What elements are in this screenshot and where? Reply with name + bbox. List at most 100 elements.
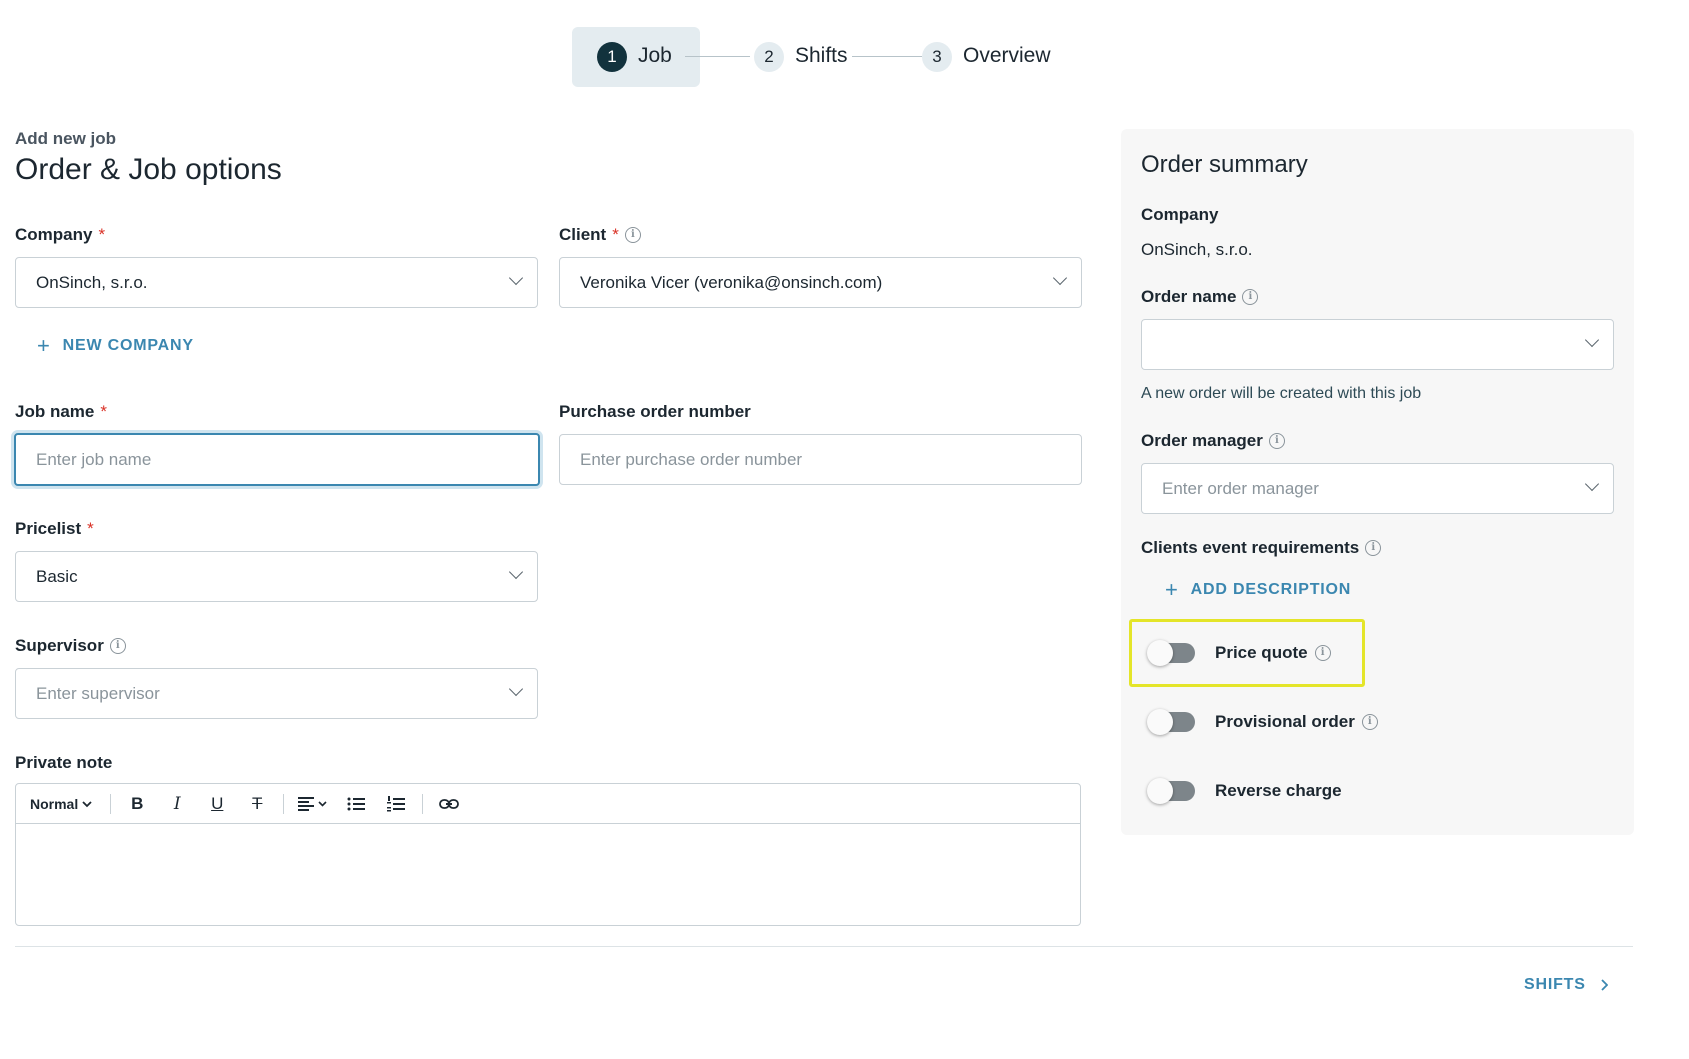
private-note-editor[interactable]: Normal B I U T (15, 783, 1081, 926)
purchase-order-label: Purchase order number (559, 402, 751, 422)
bullet-list-icon[interactable] (336, 789, 376, 819)
info-icon[interactable]: i (109, 638, 126, 654)
step-connector (852, 56, 922, 57)
summary-company-value: OnSinch, s.r.o. (1141, 240, 1253, 259)
align-left-icon (298, 796, 327, 811)
required-marker: * (100, 402, 107, 421)
job-name-label: Job name * (15, 402, 107, 422)
purchase-order-input[interactable]: Enter purchase order number (559, 434, 1082, 485)
switch-knob (1147, 778, 1173, 804)
format-select[interactable]: Normal (30, 789, 104, 819)
order-manager-label: Order manager i (1141, 431, 1285, 451)
chevron-down-icon (508, 564, 524, 580)
company-label: Company * (15, 225, 105, 245)
link-glyph (439, 798, 460, 809)
provisional-order-label: Provisional order (1215, 712, 1355, 731)
client-label-text: Client (559, 225, 607, 244)
new-company-label: NEW COMPANY (62, 337, 194, 354)
reverse-charge-toggle-row[interactable]: Reverse charge (1147, 778, 1342, 804)
switch-knob (1147, 640, 1173, 666)
pricelist-select-value: Basic (36, 566, 78, 586)
toolbar-separator (110, 793, 112, 814)
ordered-list-glyph (387, 795, 406, 811)
chevron-down-icon (1584, 476, 1600, 492)
info-icon[interactable]: i (1242, 289, 1259, 305)
info-icon[interactable]: i (1268, 433, 1285, 449)
private-note-label: Private note (15, 753, 112, 773)
add-description-button[interactable]: + ADD DESCRIPTION (1165, 579, 1351, 601)
editor-toolbar: Normal B I U T (16, 784, 1080, 824)
page-subtitle: Add new job (15, 129, 117, 148)
info-icon[interactable]: i (1314, 645, 1331, 661)
pricelist-select[interactable]: Basic (15, 551, 538, 602)
price-quote-switch[interactable] (1147, 640, 1195, 666)
company-select-value: OnSinch, s.r.o. (36, 272, 148, 292)
provisional-order-toggle-row[interactable]: Provisional order i (1147, 709, 1378, 735)
required-marker: * (612, 225, 619, 244)
order-manager-label-text: Order manager (1141, 431, 1263, 450)
pricelist-label: Pricelist * (15, 519, 94, 539)
step-shifts-label[interactable]: Shifts (795, 43, 848, 69)
info-icon[interactable]: i (1361, 714, 1378, 730)
company-label-text: Company (15, 225, 93, 244)
supervisor-label: Supervisor i (15, 636, 126, 656)
align-icon[interactable] (290, 789, 336, 819)
purchase-order-label-text: Purchase order number (559, 402, 751, 421)
step-job-label: Job (638, 44, 672, 67)
chevron-down-icon (508, 270, 524, 286)
underline-icon[interactable]: U (197, 789, 237, 819)
strikethrough-icon[interactable]: T (237, 789, 277, 819)
italic-icon[interactable]: I (157, 789, 197, 819)
requirements-label-text: Clients event requirements (1141, 538, 1360, 557)
chevron-down-icon (508, 681, 524, 697)
toolbar-separator (283, 793, 285, 814)
reverse-charge-label: Reverse charge (1215, 781, 1342, 800)
order-name-label: Order name i (1141, 287, 1259, 307)
job-name-placeholder: Enter job name (36, 449, 152, 469)
supervisor-select[interactable]: Enter supervisor (15, 668, 538, 719)
next-shifts-label: SHIFTS (1524, 976, 1586, 993)
add-description-label: ADD DESCRIPTION (1190, 581, 1352, 598)
step-job-number: 1 (597, 42, 627, 72)
step-shifts-number[interactable]: 2 (754, 42, 784, 72)
step-overview-label[interactable]: Overview (963, 43, 1051, 69)
summary-company-label: Company (1141, 205, 1218, 225)
plus-icon: + (37, 333, 51, 358)
order-name-hint: A new order will be created with this jo… (1141, 385, 1422, 402)
toolbar-separator (422, 793, 424, 814)
order-name-select[interactable] (1141, 319, 1614, 370)
bold-icon[interactable]: B (117, 789, 157, 819)
info-icon[interactable]: i (624, 227, 641, 243)
next-shifts-button[interactable]: SHIFTS (1524, 976, 1608, 994)
step-job[interactable] (572, 27, 700, 87)
client-select[interactable]: Veronika Vicer (veronika@onsinch.com) (559, 257, 1082, 308)
ordered-list-icon[interactable] (376, 789, 416, 819)
order-summary-title: Order summary (1141, 151, 1308, 178)
format-select-value: Normal (30, 795, 79, 812)
required-marker: * (98, 225, 106, 244)
summary-company-label-text: Company (1141, 205, 1219, 224)
purchase-order-placeholder: Enter purchase order number (580, 449, 803, 469)
link-icon[interactable] (429, 789, 469, 819)
price-quote-toggle-row[interactable]: Price quote i (1147, 640, 1331, 666)
order-manager-select[interactable]: Enter order manager (1141, 463, 1614, 514)
switch-knob (1147, 709, 1173, 735)
supervisor-placeholder: Enter supervisor (36, 683, 160, 703)
chevron-down-icon (1584, 332, 1600, 348)
requirements-label: Clients event requirements i (1141, 538, 1382, 558)
step-connector (685, 56, 750, 57)
provisional-order-switch[interactable] (1147, 709, 1195, 735)
required-marker: * (87, 519, 94, 538)
chevron-down-icon (82, 800, 92, 807)
step-overview-number[interactable]: 3 (922, 42, 952, 72)
company-select[interactable]: OnSinch, s.r.o. (15, 257, 538, 308)
job-name-input[interactable]: Enter job name (14, 433, 540, 486)
client-label: Client * i (559, 225, 641, 245)
chevron-right-icon (1601, 979, 1608, 991)
info-icon[interactable]: i (1365, 540, 1382, 556)
new-company-button[interactable]: + NEW COMPANY (37, 335, 194, 357)
price-quote-label: Price quote (1215, 643, 1308, 662)
reverse-charge-switch[interactable] (1147, 778, 1195, 804)
private-note-label-text: Private note (15, 753, 113, 772)
client-select-value: Veronika Vicer (veronika@onsinch.com) (580, 272, 883, 292)
